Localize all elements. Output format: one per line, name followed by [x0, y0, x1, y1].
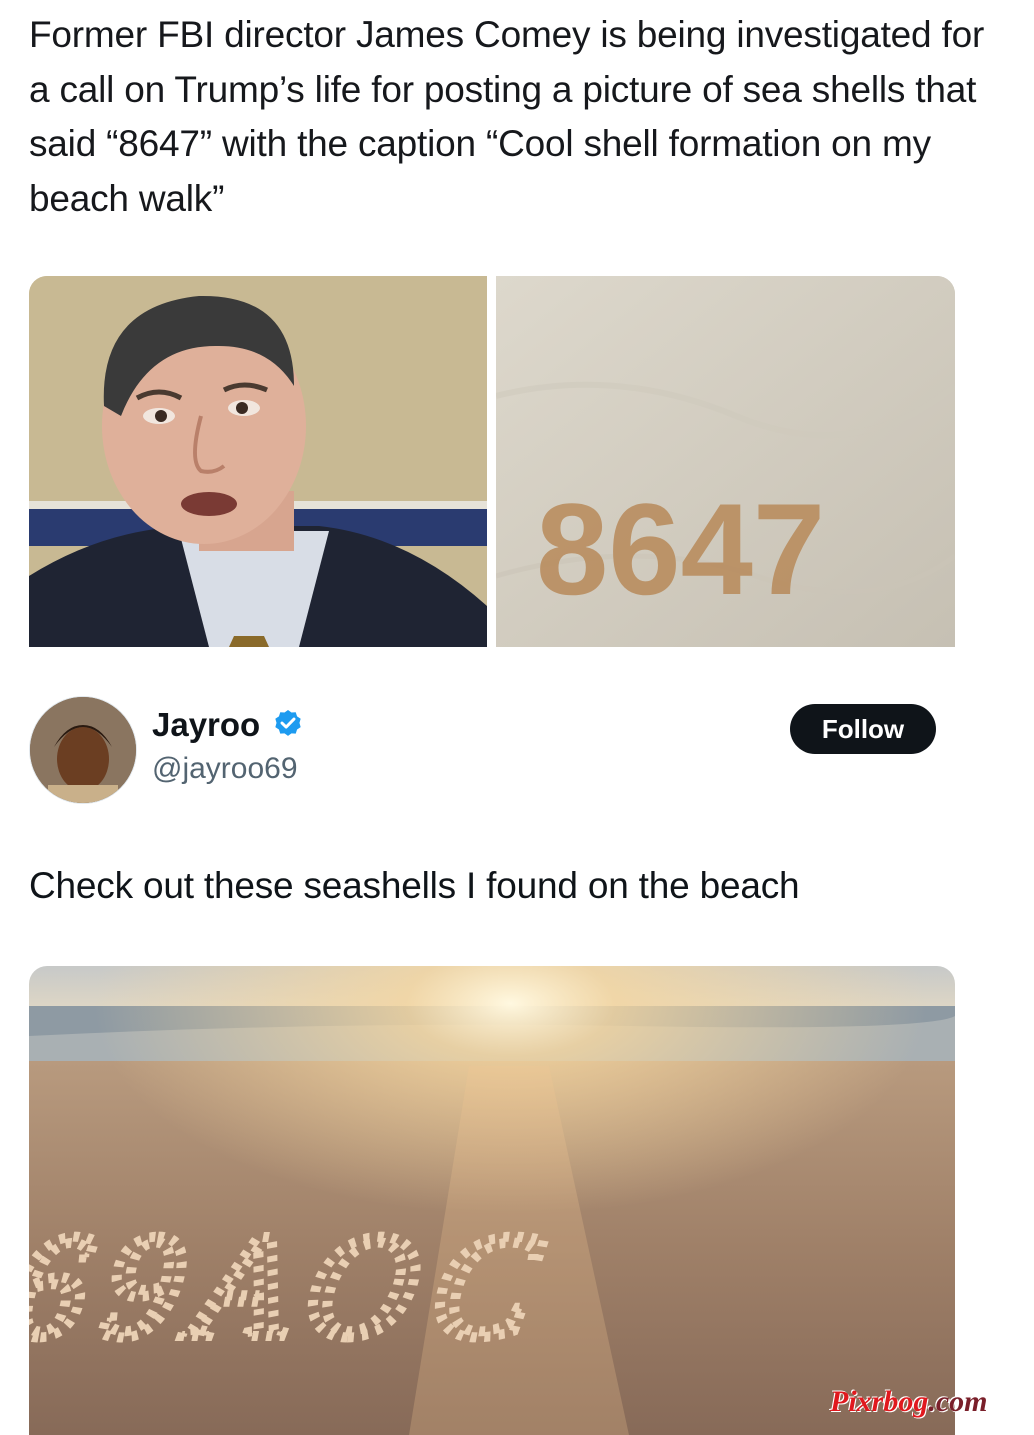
beach-photo[interactable]: 69AOC [29, 966, 955, 1435]
avatar-portrait-icon [30, 697, 136, 803]
sand-shells-illustration: 8647 [496, 276, 955, 647]
avatar[interactable] [29, 696, 137, 804]
person-photo-icon [29, 276, 487, 647]
shells-8647-photo[interactable]: 8647 [496, 276, 955, 647]
tweet-text: Check out these seashells I found on the… [29, 865, 800, 906]
portrait-photo[interactable] [29, 276, 487, 647]
follow-button[interactable]: Follow [790, 704, 936, 754]
shell-number-8647: 8647 [536, 476, 825, 622]
display-name[interactable]: Jayroo [152, 706, 260, 744]
beach-sunset-illustration: 69AOC [29, 966, 955, 1435]
tweet-author: Jayroo @jayroo69 Follow [29, 696, 955, 806]
watermark-brand: Pixrbog [830, 1385, 929, 1418]
user-handle[interactable]: @jayroo69 [152, 752, 298, 786]
verified-badge-icon [275, 710, 301, 736]
headline-text: Former FBI director James Comey is being… [29, 14, 985, 219]
watermark: Pixrbog.com [830, 1385, 988, 1419]
image-grid[interactable]: 8647 [29, 276, 955, 647]
shell-text-69aoc: 69AOC [29, 1202, 567, 1369]
watermark-tld: .com [928, 1385, 988, 1418]
